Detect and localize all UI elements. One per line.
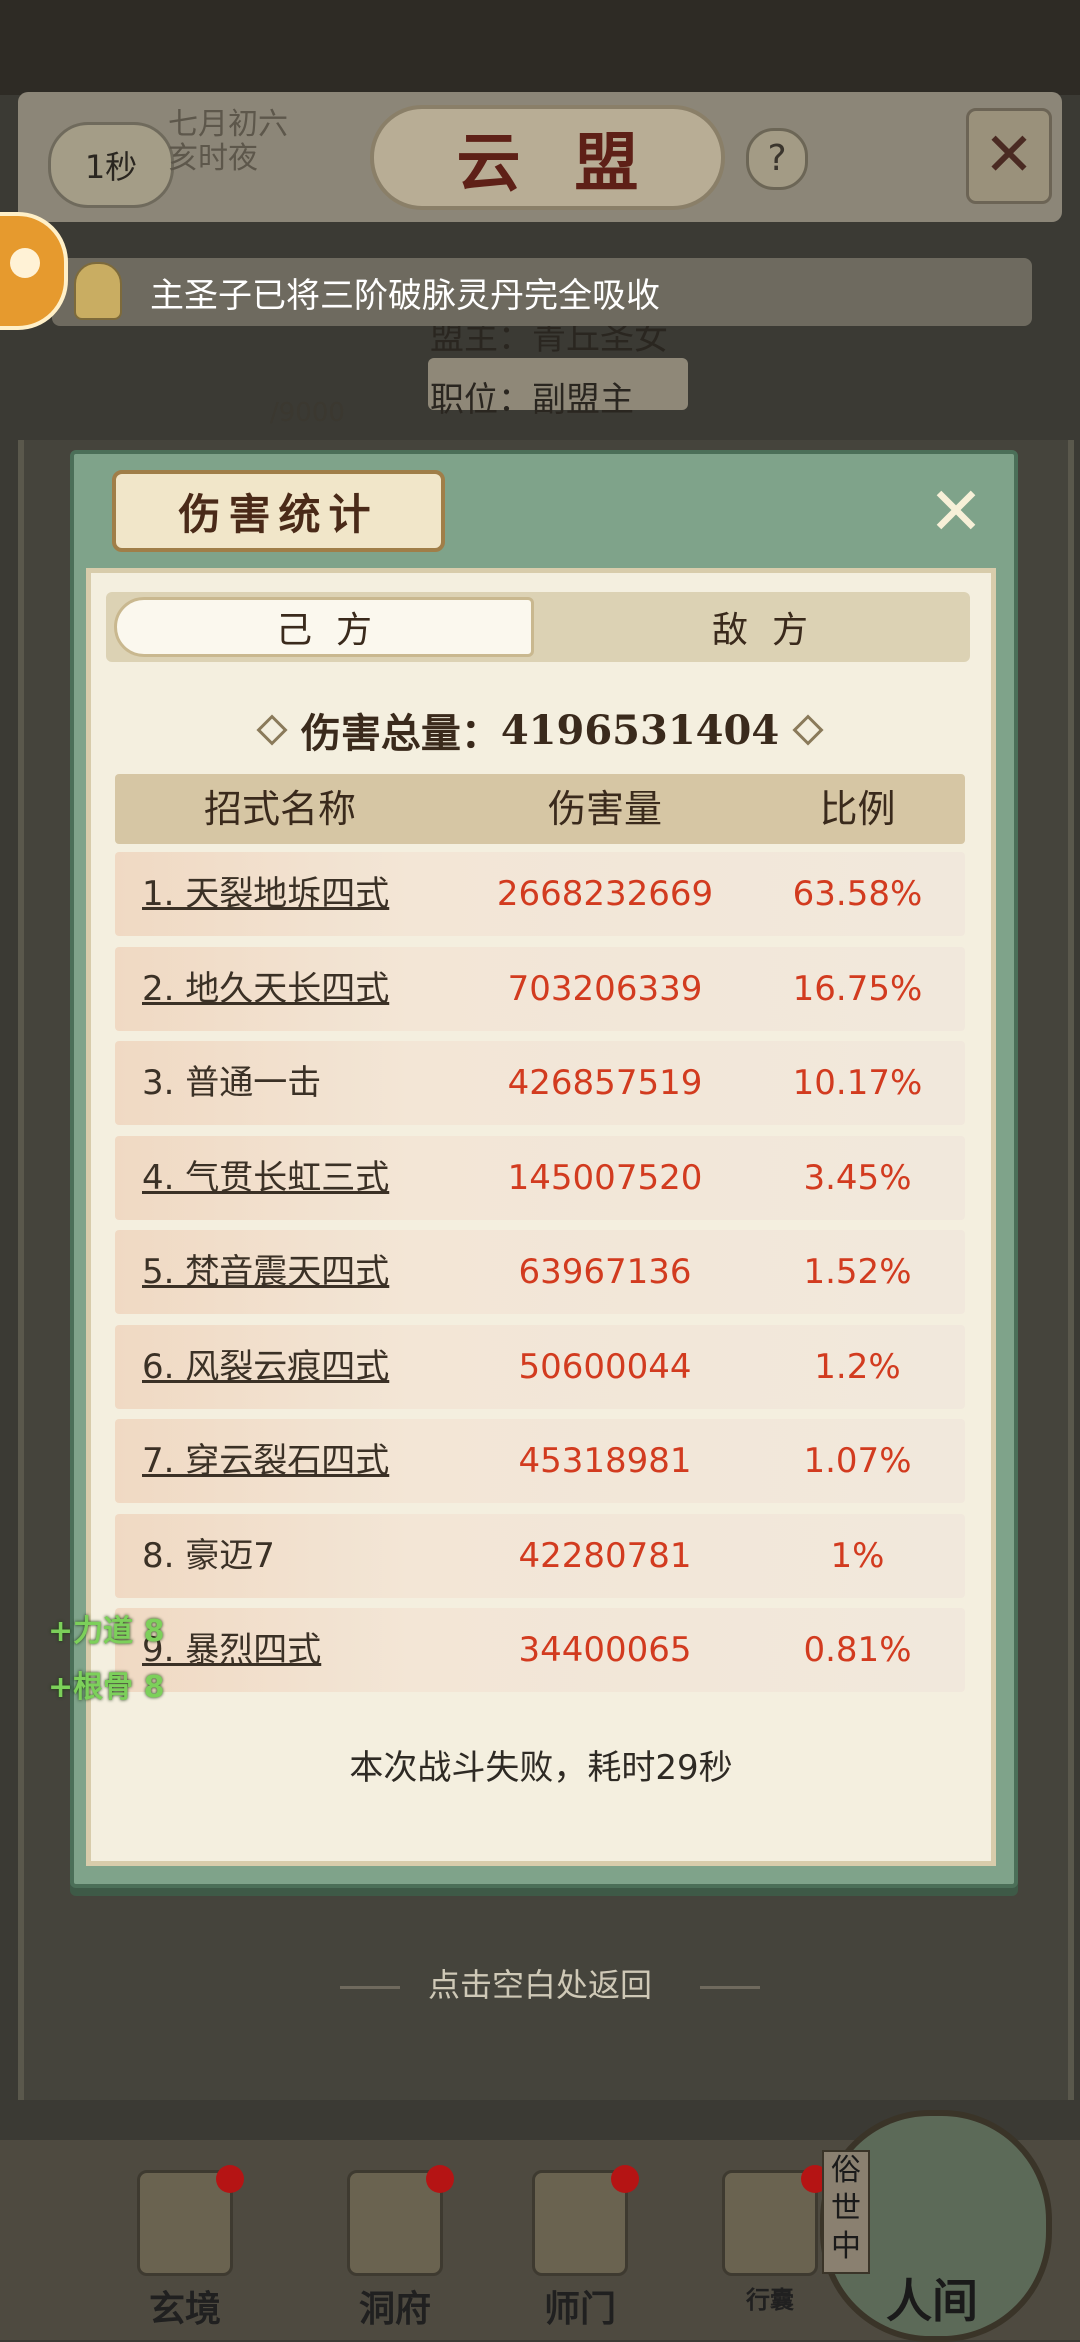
notice-text: 主圣子已将三阶破脉灵丹完全吸收 bbox=[150, 276, 660, 316]
alliance-title: 云盟 bbox=[370, 105, 725, 210]
damage-value: 63967136 bbox=[518, 1252, 692, 1292]
skill-name: 3. 普通一击 bbox=[142, 1041, 321, 1125]
total-damage-value: 4196531404 bbox=[500, 706, 780, 754]
notification-dot-icon bbox=[216, 2165, 244, 2193]
nav-item[interactable]: 行囊 bbox=[700, 2165, 840, 2330]
chat-icon bbox=[10, 248, 40, 278]
skill-name-text: 7. 穿云裂石四式 bbox=[142, 1441, 390, 1481]
damage-ratio: 1.2% bbox=[814, 1347, 901, 1387]
date-line-1: 七月初六 bbox=[168, 107, 288, 142]
skill-name-text: 8. 豪迈7 bbox=[142, 1536, 275, 1576]
bag-icon bbox=[722, 2165, 829, 2276]
damage-value: 2668232669 bbox=[496, 874, 714, 914]
skill-name-text: 6. 风裂云痕四式 bbox=[142, 1347, 390, 1387]
skill-name[interactable]: 6. 风裂云痕四式 bbox=[142, 1325, 389, 1409]
skill-name[interactable]: 5. 梵音震天四式 bbox=[142, 1230, 389, 1314]
nav-label: 洞府 bbox=[358, 2288, 431, 2330]
damage-value: 34400065 bbox=[518, 1630, 692, 1670]
modal-title: 伤害统计 bbox=[112, 470, 445, 552]
bell-icon bbox=[74, 262, 122, 320]
pavilion-icon bbox=[347, 2165, 454, 2276]
total-damage-label: 伤害总量： bbox=[300, 710, 501, 757]
help-button[interactable]: ? bbox=[746, 128, 808, 190]
nav-item[interactable]: 师门 bbox=[510, 2165, 650, 2330]
nav-item[interactable]: 洞府 bbox=[325, 2165, 465, 2330]
skill-name-text: 2. 地久天长四式 bbox=[142, 969, 390, 1009]
diamond-ornament-icon bbox=[256, 714, 288, 746]
column-header-ratio: 比例 bbox=[819, 787, 896, 831]
damage-value: 426857519 bbox=[507, 1063, 703, 1103]
tab-enemy-side[interactable]: 敌方 bbox=[560, 597, 960, 657]
time-badge: 1秒 bbox=[48, 122, 174, 208]
skill-name-text: 3. 普通一击 bbox=[142, 1063, 322, 1103]
banner-icon bbox=[532, 2165, 639, 2276]
damage-value: 50600044 bbox=[518, 1347, 692, 1387]
nav-label: 师门 bbox=[543, 2288, 616, 2330]
column-header-skill: 招式名称 bbox=[203, 787, 356, 831]
stat-gain-tag: +力道 8 bbox=[48, 1614, 165, 1649]
world-label: 人间 bbox=[886, 2274, 978, 2328]
damage-value: 145007520 bbox=[507, 1158, 703, 1198]
date-text: 七月初六 亥时夜 bbox=[168, 108, 288, 176]
stat-gain-tag: +根骨 8 bbox=[48, 1670, 165, 1705]
skill-name-text: 9. 暴烈四式 bbox=[142, 1630, 322, 1670]
nav-label: 玄境 bbox=[148, 2288, 221, 2330]
scroll-icon bbox=[137, 2165, 244, 2276]
skill-name[interactable]: 4. 气贯长虹三式 bbox=[142, 1136, 389, 1220]
nav-label: 行囊 bbox=[746, 2285, 794, 2314]
diamond-ornament-icon bbox=[792, 714, 824, 746]
damage-value: 42280781 bbox=[518, 1536, 692, 1576]
damage-ratio: 16.75% bbox=[792, 969, 923, 1009]
skill-name: 8. 豪迈7 bbox=[142, 1514, 275, 1598]
damage-ratio: 1.52% bbox=[803, 1252, 912, 1292]
damage-value: 703206339 bbox=[507, 969, 703, 1009]
nav-item[interactable]: 玄境 bbox=[115, 2165, 255, 2330]
skill-name[interactable]: 1. 天裂地坼四式 bbox=[142, 852, 389, 936]
skill-name[interactable]: 7. 穿云裂石四式 bbox=[142, 1419, 389, 1503]
skill-name-text: 4. 气贯长虹三式 bbox=[142, 1158, 390, 1198]
tap-to-return-hint[interactable]: 点击空白处返回 bbox=[0, 1960, 1080, 2006]
skill-name[interactable]: 2. 地久天长四式 bbox=[142, 947, 389, 1031]
damage-ratio: 3.45% bbox=[803, 1158, 912, 1198]
column-header-damage: 伤害量 bbox=[547, 787, 662, 831]
skill-name[interactable]: 9. 暴烈四式 bbox=[142, 1608, 321, 1692]
world-tag: 俗世中 bbox=[822, 2150, 870, 2274]
damage-ratio: 63.58% bbox=[792, 874, 923, 914]
damage-ratio: 0.81% bbox=[803, 1630, 912, 1670]
status-bar bbox=[0, 0, 1080, 95]
total-damage-row: 伤害总量： 4196531404 bbox=[112, 690, 968, 770]
notification-dot-icon bbox=[426, 2165, 454, 2193]
skill-name-text: 5. 梵音震天四式 bbox=[142, 1252, 390, 1292]
damage-ratio: 1.07% bbox=[803, 1441, 912, 1481]
tab-own-side[interactable]: 己方 bbox=[114, 597, 534, 657]
modal-close-button[interactable]: ✕ bbox=[916, 472, 996, 552]
damage-ratio: 10.17% bbox=[792, 1063, 923, 1103]
position-text: 职位：副盟主 bbox=[430, 380, 634, 420]
damage-ratio: 1% bbox=[830, 1536, 885, 1576]
header-close-button[interactable]: ✕ bbox=[966, 108, 1052, 204]
skill-name-text: 1. 天裂地坼四式 bbox=[142, 874, 390, 914]
damage-value: 45318981 bbox=[518, 1441, 692, 1481]
progress-counter: /9000 bbox=[270, 398, 345, 428]
battle-result-text: 本次战斗失败，耗时29秒 bbox=[349, 1748, 733, 1788]
date-line-2: 亥时夜 bbox=[168, 141, 258, 176]
notification-dot-icon bbox=[611, 2165, 639, 2193]
